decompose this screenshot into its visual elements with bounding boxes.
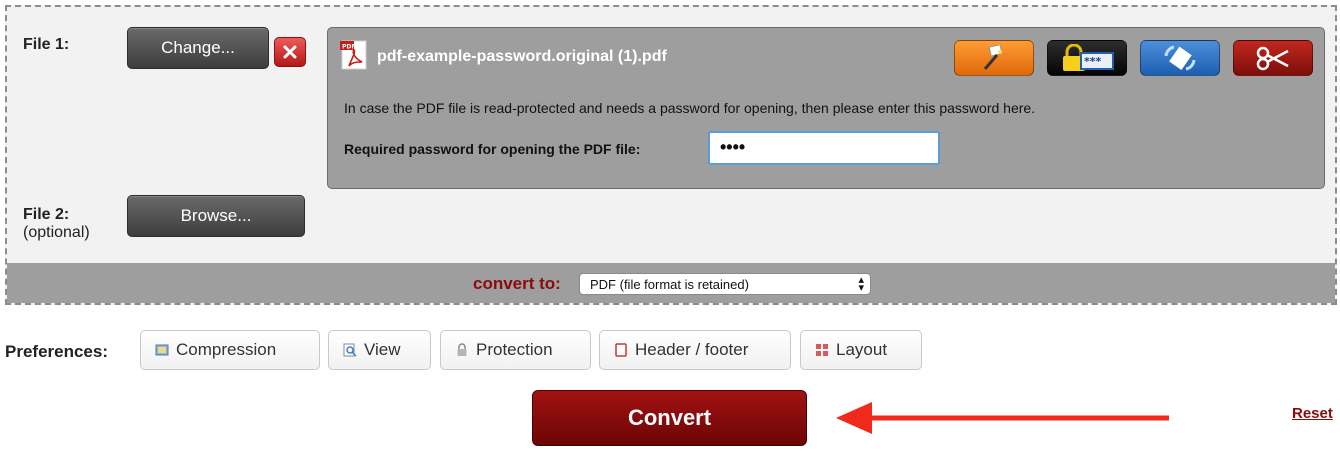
cut-button[interactable] xyxy=(1233,40,1313,76)
file2-label-text: File 2: xyxy=(23,206,70,223)
file2-optional-text: (optional) xyxy=(23,224,90,241)
arrow-annotation xyxy=(836,402,1169,434)
file-name: pdf-example-password.original (1).pdf xyxy=(377,48,667,65)
preference-view-label: View xyxy=(364,340,401,359)
scissors-icon xyxy=(1256,46,1289,71)
preference-header-footer-label: Header / footer xyxy=(635,340,749,359)
preference-protection-button[interactable]: Protection xyxy=(440,330,591,370)
file1-label: File 1: xyxy=(23,36,70,53)
rotate-icon xyxy=(1164,45,1196,71)
convert-button[interactable]: Convert xyxy=(532,390,807,446)
compression-icon xyxy=(155,344,169,356)
format-select[interactable]: PDF (file format is retained) ▴ ▾ xyxy=(579,273,871,295)
close-icon xyxy=(283,45,297,59)
preference-layout-label: Layout xyxy=(836,340,888,359)
format-select-value: PDF (file format is retained) xyxy=(590,277,749,292)
layout-icon xyxy=(816,344,828,356)
file-details-box: PDF pdf-example-password.original (1).pd… xyxy=(327,27,1325,189)
change-file-button[interactable]: Change... xyxy=(127,27,269,69)
preference-header-footer-button[interactable]: Header / footer xyxy=(599,330,791,370)
magic-wand-icon xyxy=(983,45,1003,70)
remove-file-button[interactable] xyxy=(274,37,306,67)
password-label: Required password for opening the PDF fi… xyxy=(344,141,641,157)
preferences-label: Preferences: xyxy=(5,342,109,361)
magic-wand-button[interactable] xyxy=(954,40,1034,76)
preference-compression-label: Compression xyxy=(176,340,277,359)
select-arrows-icon: ▴ ▾ xyxy=(858,274,864,294)
password-input[interactable]: •••• xyxy=(708,131,940,165)
pdf-icon: PDF xyxy=(340,40,367,70)
preference-protection-label: Protection xyxy=(476,340,553,359)
page-icon xyxy=(615,343,627,357)
svg-text:***: *** xyxy=(1084,55,1102,68)
lock-password-icon: *** xyxy=(1063,44,1114,71)
preference-layout-button[interactable]: Layout xyxy=(800,330,922,370)
file2-label: File 2: (optional) xyxy=(23,206,90,242)
lock-icon xyxy=(457,343,467,356)
convert-bar: convert to: PDF (file format is retained… xyxy=(7,263,1335,303)
reset-link[interactable]: Reset xyxy=(1292,405,1333,422)
convert-to-label: convert to: xyxy=(473,274,561,293)
preference-view-button[interactable]: View xyxy=(328,330,431,370)
view-icon xyxy=(343,343,357,357)
preference-compression-button[interactable]: Compression xyxy=(140,330,320,370)
upload-panel: File 1: Change... PDF pdf-example-passwo… xyxy=(5,5,1337,305)
browse-button[interactable]: Browse... xyxy=(127,195,305,237)
lock-password-button[interactable]: *** xyxy=(1047,40,1127,76)
rotate-button[interactable] xyxy=(1140,40,1220,76)
password-info-text: In case the PDF file is read-protected a… xyxy=(344,100,1036,116)
